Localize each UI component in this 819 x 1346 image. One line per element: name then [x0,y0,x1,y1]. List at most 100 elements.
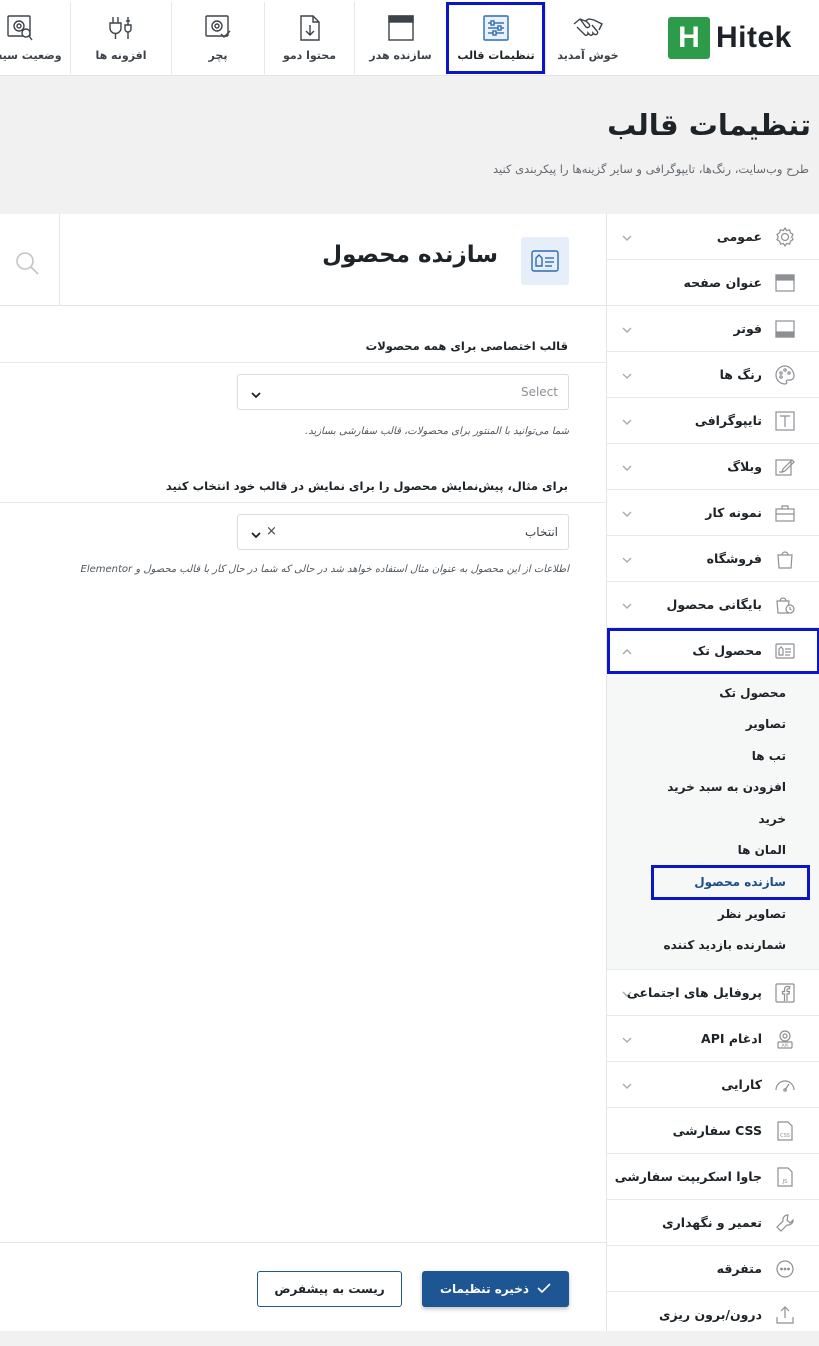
sidebar-item-import-export[interactable]: درون/برون ریزی [607,1292,819,1338]
chevron-down-icon [621,551,635,565]
chevron-down-icon [250,386,262,405]
submenu-item-images[interactable]: تصاویر [746,717,786,731]
chevron-down-icon [621,367,635,381]
sidebar-item-custom-css[interactable]: CSS سفارشی CSS [607,1108,819,1154]
gear-icon [774,226,796,248]
sidebar-item-product-archive[interactable]: بایگانی محصول [607,582,819,628]
chevron-down-icon [621,505,635,519]
submenu-item-single-product[interactable]: محصول تک [719,686,786,700]
sidebar-item-maintenance[interactable]: تعمیر و نگهداری [607,1200,819,1246]
tab-welcome[interactable]: خوش آمدید [545,2,630,74]
facebook-icon [774,982,796,1004]
tab-label: پچر [208,49,228,62]
sidebar-item-blog[interactable]: وبلاگ [607,444,819,490]
tab-system-status[interactable]: وضعیت سیستم [0,2,70,74]
speedometer-icon [774,1074,796,1096]
single-product-submenu: محصول تک تصاویر تب ها افزودن به سبد خرید… [607,674,819,970]
page-title: تنظیمات قالب [607,108,811,142]
tab-plugins[interactable]: افزونه ها [70,2,171,74]
template-field-hint: شما می‌توانید با المنتور برای محصولات، ق… [305,426,569,437]
blog-edit-icon [774,456,796,478]
template-select[interactable]: Select [237,374,569,410]
sidebar-item-typography[interactable]: تایپوگرافی [607,398,819,444]
tab-label: محتوا دمو [282,49,337,62]
submenu-item-tabs[interactable]: تب ها [752,749,786,763]
brand-logo[interactable]: H Hitek [668,16,792,60]
sidebar-item-misc[interactable]: متفرقه [607,1246,819,1292]
section-title: سازنده محصول [322,242,498,268]
sidebar-item-general[interactable]: عمومی [607,214,819,260]
sidebar-item-footer[interactable]: فوتر [607,306,819,352]
tab-label: افزونه ها [95,49,147,62]
briefcase-icon [774,502,796,524]
reset-label: ریست به پیشفرض [274,1282,385,1296]
preview-field-label: برای مثال، پیش‌نمایش محصول را برای نمایش… [165,479,568,493]
search-button[interactable] [0,214,60,305]
palette-icon [774,364,796,386]
sidebar-item-social-profiles[interactable]: پروفایل های اجتماعی [607,970,819,1016]
tab-header-builder[interactable]: سازنده هدر [354,2,446,74]
save-label: ذخیره تنظیمات [439,1282,530,1296]
product-archive-icon [774,594,796,616]
brand-mark: H [668,17,710,59]
save-settings-button[interactable]: ذخیره تنظیمات [422,1271,569,1307]
svg-text:CSS: CSS [780,1133,790,1139]
sidebar-item-label: درون/برون ریزی [659,1307,762,1322]
sidebar-item-label: وبلاگ [727,459,762,474]
chevron-down-icon [621,321,635,335]
sidebar-item-label: بایگانی محصول [666,597,762,612]
sidebar-item-custom-js[interactable]: جاوا اسکریپت سفارشی JS [607,1154,819,1200]
submenu-item-buy[interactable]: خرید [758,812,786,826]
css-file-icon: CSS [774,1120,796,1142]
submenu-item-elements[interactable]: المان ها [738,843,786,857]
plugin-icon [105,12,137,44]
preview-select-value: انتخاب [525,525,558,539]
tab-theme-settings[interactable]: تنظیمات قالب [446,2,545,74]
demo-import-icon [294,12,326,44]
system-status-icon [4,12,36,44]
sidebar-item-label: تایپوگرافی [694,413,762,428]
settings-panel: سازنده محصول قالب اختصاصی برای همه محصول… [0,214,819,1331]
import-export-icon [774,1304,796,1326]
tab-label: وضعیت سیستم [0,49,62,62]
chevron-down-icon [621,597,635,611]
sidebar-item-portfolio[interactable]: نمونه کار [607,490,819,536]
sidebar-item-page-title[interactable]: عنوان صفحه [607,260,819,306]
shopping-bag-icon [774,548,796,570]
submenu-item-product-builder[interactable]: سازنده محصول [694,875,786,889]
tab-label: تنظیمات قالب [457,49,535,62]
tab-demo-content[interactable]: محتوا دمو [264,2,354,74]
sidebar-item-api-integration[interactable]: ادغام API API [607,1016,819,1062]
sidebar-item-label: CSS سفارشی [672,1123,762,1138]
sidebar-item-shop[interactable]: فروشگاه [607,536,819,582]
api-icon: API [774,1028,796,1050]
sidebar-item-label: متفرقه [716,1261,762,1276]
reset-defaults-button[interactable]: ریست به پیشفرض [257,1271,402,1307]
preview-product-select[interactable]: انتخاب × [237,514,569,550]
sidebar-item-label: کارایی [721,1077,762,1092]
submenu-item-visitor-counter[interactable]: شمارنده بازدید کننده [664,938,786,952]
tab-patcher[interactable]: پچر [171,2,264,74]
section-header: سازنده محصول [0,214,606,306]
clear-icon[interactable]: × [266,515,277,549]
preview-field-hint: اطلاعات از این محصول به عنوان مثال استفا… [80,564,569,575]
template-field-label: قالب اختصاصی برای همه محصولات [365,339,568,353]
svg-text:JS: JS [781,1179,788,1185]
submenu-item-review-images[interactable]: تصاویر نظر [718,907,786,921]
chevron-down-icon[interactable] [250,526,262,545]
top-tab-bar: وضعیت سیستم افزونه ها پچر محتوا دمو سازن… [0,0,819,76]
footer-icon [774,318,796,340]
tab-label: خوش آمدید [557,49,619,62]
sidebar-item-label: عنوان صفحه [683,275,762,290]
search-icon [14,250,40,280]
svg-text:API: API [781,1043,788,1049]
chevron-down-icon [621,1031,635,1045]
sidebar-item-performance[interactable]: کارایی [607,1062,819,1108]
sidebar-item-single-product[interactable]: محصول تک [607,628,819,674]
check-icon [537,1282,551,1297]
wrench-icon [774,1212,796,1234]
sidebar-item-label: فروشگاه [706,551,762,566]
submenu-item-add-to-cart[interactable]: افزودن به سبد خرید [667,780,786,794]
sidebar-item-colors[interactable]: رنگ ها [607,352,819,398]
patcher-icon [202,12,234,44]
